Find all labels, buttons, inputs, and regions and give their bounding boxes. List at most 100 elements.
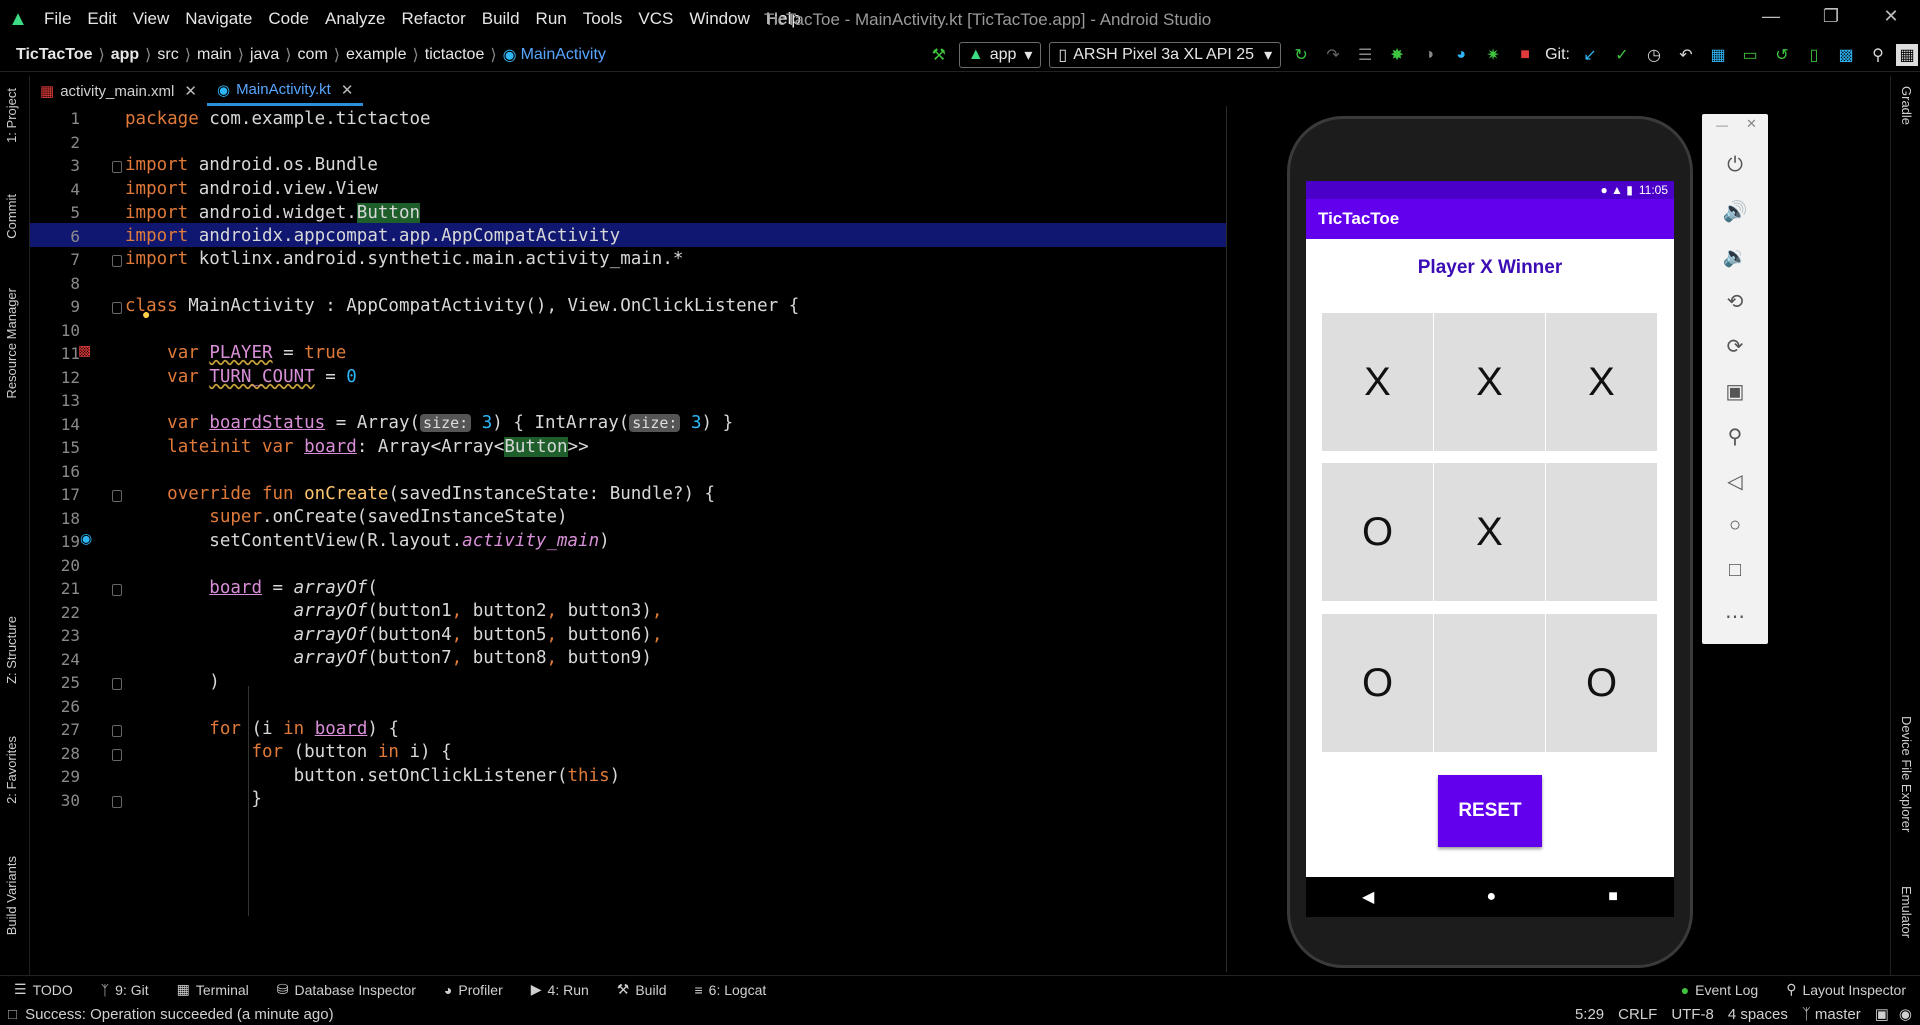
board-cell-9[interactable]: O — [1546, 614, 1657, 752]
board-cell-8[interactable] — [1434, 614, 1545, 752]
menu-run[interactable]: Run — [528, 9, 575, 29]
board-cell-7[interactable]: O — [1322, 614, 1433, 752]
sync-gradle-icon[interactable]: ↺ — [1768, 41, 1796, 69]
build-tool-button[interactable]: ⚒ Build — [603, 981, 681, 998]
layout-inspector-tool-button[interactable]: ⚲ Layout Inspector — [1772, 981, 1920, 998]
menu-view[interactable]: View — [125, 9, 178, 29]
structure-tool-tab[interactable]: Z: Structure — [4, 616, 19, 684]
coverage-icon[interactable]: ☰ — [1351, 41, 1379, 69]
panel-minimize-icon[interactable]: — — [1716, 118, 1728, 132]
fold-marker-icon[interactable] — [112, 678, 122, 690]
close-window-icon[interactable]: ✕ — [1876, 6, 1906, 27]
lock-icon[interactable]: ▣ — [1875, 1005, 1889, 1023]
volume-up-icon[interactable]: 🔊 — [1702, 199, 1768, 224]
fold-marker-icon[interactable] — [112, 490, 122, 502]
device-file-explorer-tool-tab[interactable]: Device File Explorer — [1899, 716, 1914, 832]
menu-file[interactable]: File — [36, 9, 79, 29]
git-update-icon[interactable]: ↙ — [1576, 41, 1604, 69]
inspector-icon[interactable]: ◉ — [1899, 1005, 1912, 1023]
resource-manager-tool-tab[interactable]: Resource Manager — [4, 288, 19, 399]
file-encoding[interactable]: UTF-8 — [1671, 1006, 1714, 1023]
menu-build[interactable]: Build — [474, 9, 528, 29]
home-icon[interactable]: ● — [1486, 888, 1496, 906]
breadcrumb-com[interactable]: com — [298, 46, 328, 64]
rotate-right-icon[interactable]: ⟳ — [1702, 334, 1768, 359]
breadcrumb-src[interactable]: src — [157, 46, 178, 64]
event-log-tool-button[interactable]: ● Event Log — [1667, 982, 1773, 998]
favorites-tool-tab[interactable]: 2: Favorites — [4, 736, 19, 804]
gradle-tool-tab[interactable]: Gradle — [1899, 86, 1914, 125]
fold-marker-icon[interactable] — [112, 748, 122, 761]
tab-mainactivity-kt[interactable]: ◉ MainActivity.kt ✕ — [206, 76, 364, 106]
code-editor[interactable]: 1 2 3 4 5 6 7 8 9 10 11 12 13 14 15 16 17 18 19 20 21 22 23 24 2… — [30, 106, 1226, 972]
indent-setting[interactable]: 4 spaces — [1728, 1006, 1788, 1023]
recents-icon[interactable]: ■ — [1608, 888, 1618, 906]
profiler-tool-button[interactable]: ◕ Profiler — [430, 982, 517, 998]
build-variants-tool-tab[interactable]: Build Variants — [4, 856, 19, 935]
project-structure-icon[interactable]: ▦ — [1704, 41, 1732, 69]
debug-icon[interactable]: ✸ — [1383, 41, 1411, 69]
stop-icon[interactable]: ■ — [1511, 41, 1539, 69]
volume-down-icon[interactable]: 🔉 — [1702, 244, 1768, 269]
board-cell-3[interactable]: X — [1546, 313, 1657, 451]
git-history-icon[interactable]: ◷ — [1640, 41, 1668, 69]
menu-window[interactable]: Window — [681, 9, 757, 29]
board-cell-5[interactable]: X — [1434, 463, 1545, 601]
menu-vcs[interactable]: VCS — [630, 9, 681, 29]
minimize-icon[interactable]: — — [1756, 6, 1786, 27]
run-gutter-icon[interactable]: ▩ — [78, 342, 91, 359]
overview-button-icon[interactable]: □ — [1702, 559, 1768, 582]
restore-icon[interactable]: ❐ — [1816, 6, 1846, 27]
reset-button[interactable]: RESET — [1438, 775, 1542, 847]
board-cell-1[interactable]: X — [1322, 313, 1433, 451]
run-config-select[interactable]: ▲ app ▾ — [958, 42, 1042, 68]
power-icon[interactable]: ⏻ — [1702, 154, 1768, 177]
menu-analyze[interactable]: Analyze — [317, 9, 393, 29]
emulator-tool-tab[interactable]: Emulator — [1899, 886, 1914, 938]
menu-navigate[interactable]: Navigate — [177, 9, 260, 29]
commit-tool-tab[interactable]: Commit — [4, 194, 19, 239]
avd-manager-icon[interactable]: ▭ — [1736, 41, 1764, 69]
layout-inspector-toolbar-icon[interactable]: ▩ — [1832, 41, 1860, 69]
profile-icon[interactable]: ◕ — [1447, 41, 1475, 69]
apply-changes-icon[interactable]: ↻ — [1287, 41, 1315, 69]
database-inspector-tool-button[interactable]: ⛁ Database Inspector — [263, 981, 430, 998]
lightbulb-icon[interactable]: ● — [142, 306, 150, 322]
attach-debugger-icon[interactable]: ✷ — [1479, 41, 1507, 69]
menu-code[interactable]: Code — [260, 9, 317, 29]
menu-tools[interactable]: Tools — [575, 9, 631, 29]
breadcrumb-example[interactable]: example — [346, 46, 406, 64]
fold-marker-icon[interactable] — [112, 255, 122, 267]
run-with-coverage-icon[interactable]: ◑ — [1415, 41, 1443, 69]
panel-close-icon[interactable]: ✕ — [1746, 116, 1757, 132]
fold-marker-icon[interactable] — [112, 795, 122, 808]
screenshot-icon[interactable]: ▣ — [1702, 379, 1768, 404]
device-select[interactable]: ▯ ARSH Pixel 3a XL API 25 ▾ — [1049, 42, 1282, 68]
back-icon[interactable]: ◀ — [1362, 887, 1374, 907]
home-button-icon[interactable]: ○ — [1702, 514, 1768, 537]
git-branch[interactable]: master — [1815, 1006, 1861, 1023]
terminal-tool-button[interactable]: ▦ Terminal — [163, 981, 263, 998]
fold-marker-icon[interactable] — [112, 725, 122, 737]
sdk-manager-icon[interactable]: ▯ — [1800, 41, 1828, 69]
make-project-hammer-icon[interactable]: ⚒ — [925, 41, 953, 69]
breadcrumb-project[interactable]: TicTacToe — [16, 46, 92, 64]
caret-position[interactable]: 5:29 — [1575, 1006, 1604, 1023]
run-tool-button[interactable]: ▶ 4: Run — [517, 981, 603, 998]
breadcrumb-main[interactable]: main — [197, 46, 232, 64]
close-tab-icon[interactable]: ✕ — [184, 82, 197, 100]
git-rollback-icon[interactable]: ↶ — [1672, 41, 1700, 69]
rotate-left-icon[interactable]: ⟲ — [1702, 289, 1768, 314]
fold-marker-icon[interactable] — [112, 584, 122, 596]
search-icon[interactable]: ⚲ — [1864, 41, 1892, 69]
settings-icon[interactable]: ▦ — [1896, 44, 1918, 66]
breadcrumb-mainactivity[interactable]: MainActivity — [521, 46, 606, 64]
breadcrumb-module[interactable]: app — [111, 46, 139, 64]
override-gutter-icon[interactable]: ◉ — [80, 530, 92, 547]
menu-edit[interactable]: Edit — [79, 9, 124, 29]
breadcrumb-java[interactable]: java — [250, 46, 279, 64]
board-cell-6[interactable] — [1546, 463, 1657, 601]
line-separator[interactable]: CRLF — [1618, 1006, 1657, 1023]
project-tool-tab[interactable]: 1: Project — [4, 88, 19, 143]
emulator-screen[interactable]: ● ▲ ▮ 11:05 TicTacToe Player X Winner X X… — [1306, 181, 1674, 877]
